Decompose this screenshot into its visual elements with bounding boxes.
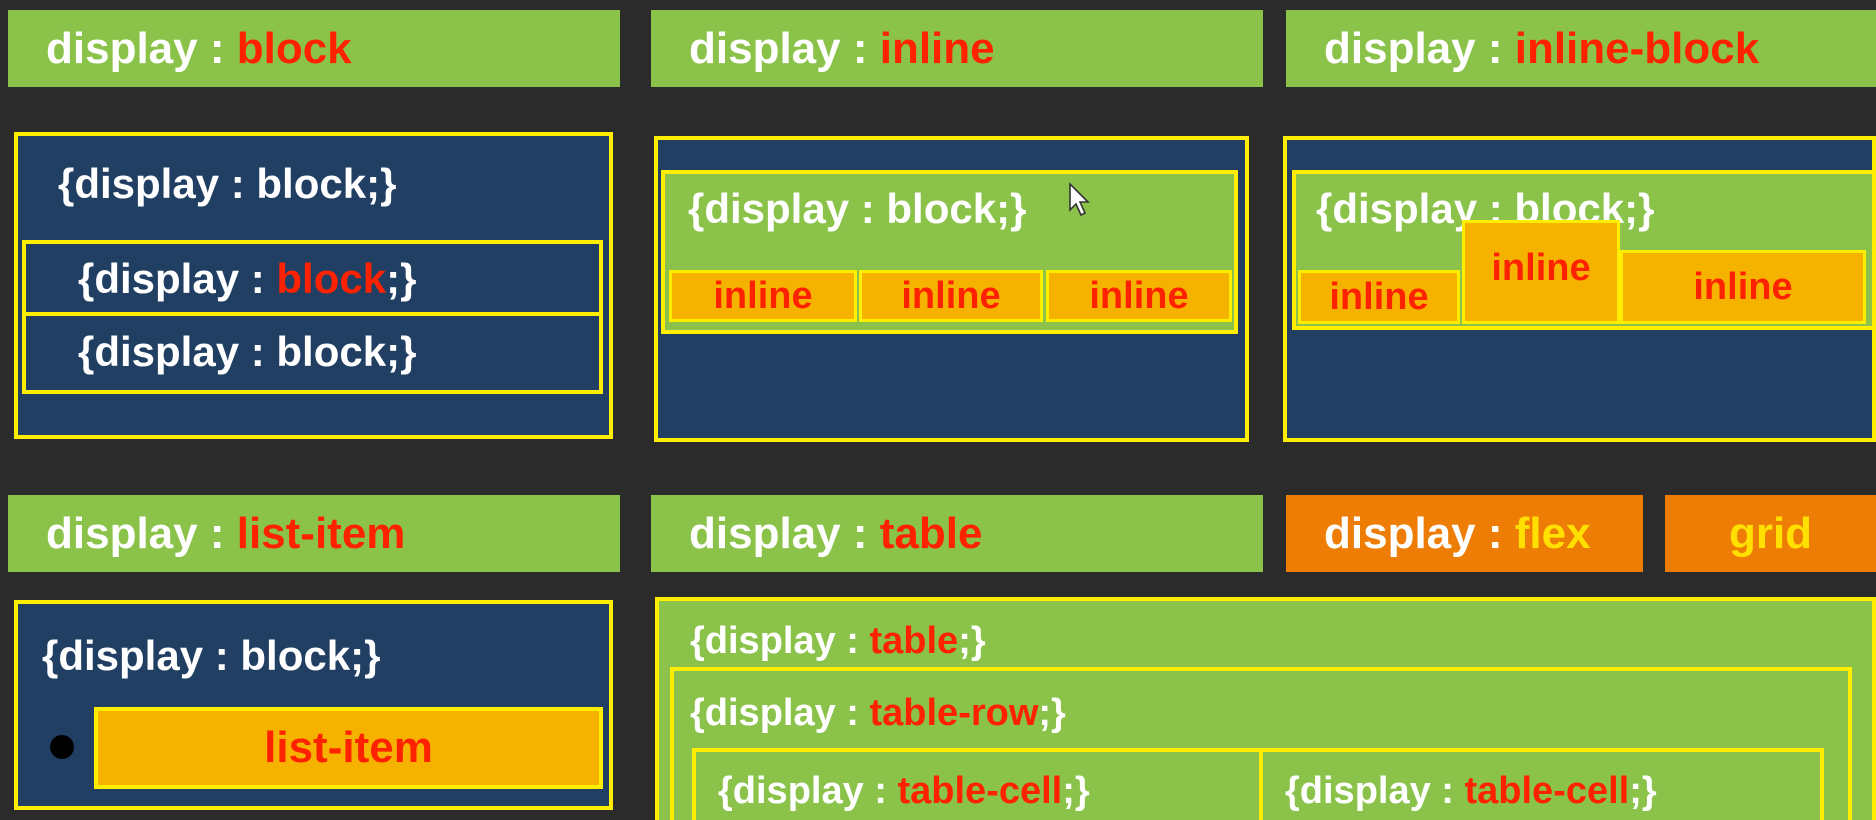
header-display-list-item: display : list-item xyxy=(8,495,620,572)
inline-demo-item: inline xyxy=(1046,270,1232,322)
inline-block-demo-item: inline xyxy=(1462,220,1620,324)
inline-block-demo-item: inline xyxy=(1298,270,1460,324)
list-item-demo-item: list-item xyxy=(94,707,603,789)
header-display-block: display : block xyxy=(8,10,620,87)
table-demo-cell-label: {display : table-cell;} xyxy=(718,770,1090,812)
inline-block-demo-item: inline xyxy=(1620,250,1866,324)
header-prefix: display : xyxy=(1324,508,1515,558)
list-item-demo-container-label: {display : block;} xyxy=(42,632,381,679)
header-prefix: display : xyxy=(1324,23,1515,73)
block-demo-outer-label: {display : block;} xyxy=(58,160,397,207)
bullet-icon xyxy=(50,735,74,759)
header-display-inline-block: display : inline-block xyxy=(1286,10,1876,87)
header-display-table: display : table xyxy=(651,495,1263,572)
header-display-grid: grid xyxy=(1665,495,1876,572)
header-keyword: inline-block xyxy=(1514,23,1760,73)
table-demo-cell-label: {display : table-cell;} xyxy=(1285,770,1657,812)
mouse-cursor-icon xyxy=(1069,182,1090,217)
header-display-flex: display : flex xyxy=(1286,495,1643,572)
block-demo-inner-1-label: {display : block;} xyxy=(78,255,417,302)
block-demo-inner-2-label: {display : block;} xyxy=(78,328,417,375)
header-keyword: block xyxy=(236,23,352,73)
inline-demo-item: inline xyxy=(859,270,1043,322)
header-keyword: grid xyxy=(1728,508,1813,558)
header-prefix: display : xyxy=(689,23,880,73)
header-prefix: display : xyxy=(46,23,237,73)
table-demo-table-label: {display : table;} xyxy=(690,620,986,662)
header-keyword: list-item xyxy=(236,508,406,558)
inline-demo-item: inline xyxy=(669,270,857,322)
header-keyword: table xyxy=(879,508,983,558)
header-keyword: flex xyxy=(1514,508,1591,558)
inline-demo-container-label: {display : block;} xyxy=(688,185,1027,232)
header-keyword: inline xyxy=(879,23,995,73)
header-display-inline: display : inline xyxy=(651,10,1263,87)
table-demo-row-label: {display : table-row;} xyxy=(690,692,1066,734)
block-keyword: block xyxy=(276,255,387,302)
header-prefix: display : xyxy=(689,508,880,558)
header-prefix: display : xyxy=(46,508,237,558)
